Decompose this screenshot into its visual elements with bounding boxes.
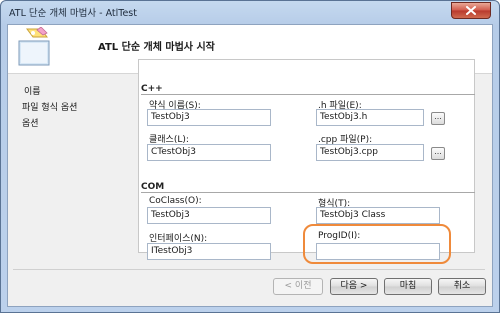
short-name-input[interactable]: TestObj3 <box>147 109 271 126</box>
cpp-section-title: C++ <box>141 84 163 94</box>
h-file-input[interactable]: TestObj3.h <box>316 109 424 126</box>
next-button[interactable]: 다음 > <box>330 278 378 295</box>
cpp-section-divider <box>141 94 475 95</box>
previous-button[interactable]: < 이전 <box>273 278 323 295</box>
interface-input[interactable]: ITestObj3 <box>147 243 271 260</box>
header-title: ATL 단순 개체 마법사 시작 <box>98 42 215 53</box>
window-title: ATL 단순 개체 마법사 - AtlTest <box>9 8 137 19</box>
wizard-window: ATL 단순 개체 마법사 - AtlTest ATL 단순 개체 마법사 시작… <box>0 0 500 313</box>
class-input[interactable]: CTestObj3 <box>147 144 271 161</box>
cancel-button[interactable]: 취소 <box>438 278 486 295</box>
nav-item-options[interactable]: 옵션 <box>22 117 77 133</box>
button-bar-divider <box>13 269 485 270</box>
title-bar: ATL 단순 개체 마법사 - AtlTest <box>1 1 499 23</box>
finish-button[interactable]: 마침 <box>384 278 432 295</box>
wizard-icon <box>18 27 50 66</box>
coclass-input[interactable]: TestObj3 <box>147 207 271 224</box>
type-input[interactable]: TestObj3 Class <box>316 207 440 224</box>
close-button[interactable] <box>451 2 491 19</box>
com-section-divider <box>141 192 475 193</box>
nav-item-file-type-options[interactable]: 파일 형식 옵션 <box>22 101 77 117</box>
com-section-title: COM <box>141 182 165 192</box>
close-icon <box>466 6 476 15</box>
nav-item-name[interactable]: 이름 <box>22 85 77 101</box>
cpp-file-input[interactable]: TestObj3.cpp <box>316 144 424 161</box>
coclass-label: CoClass(O): <box>149 196 202 206</box>
h-file-browse-button[interactable]: ... <box>431 112 445 125</box>
cpp-file-browse-button[interactable]: ... <box>431 147 445 160</box>
progid-highlight <box>303 224 451 264</box>
wizard-nav: 이름 파일 형식 옵션 옵션 <box>22 85 77 133</box>
